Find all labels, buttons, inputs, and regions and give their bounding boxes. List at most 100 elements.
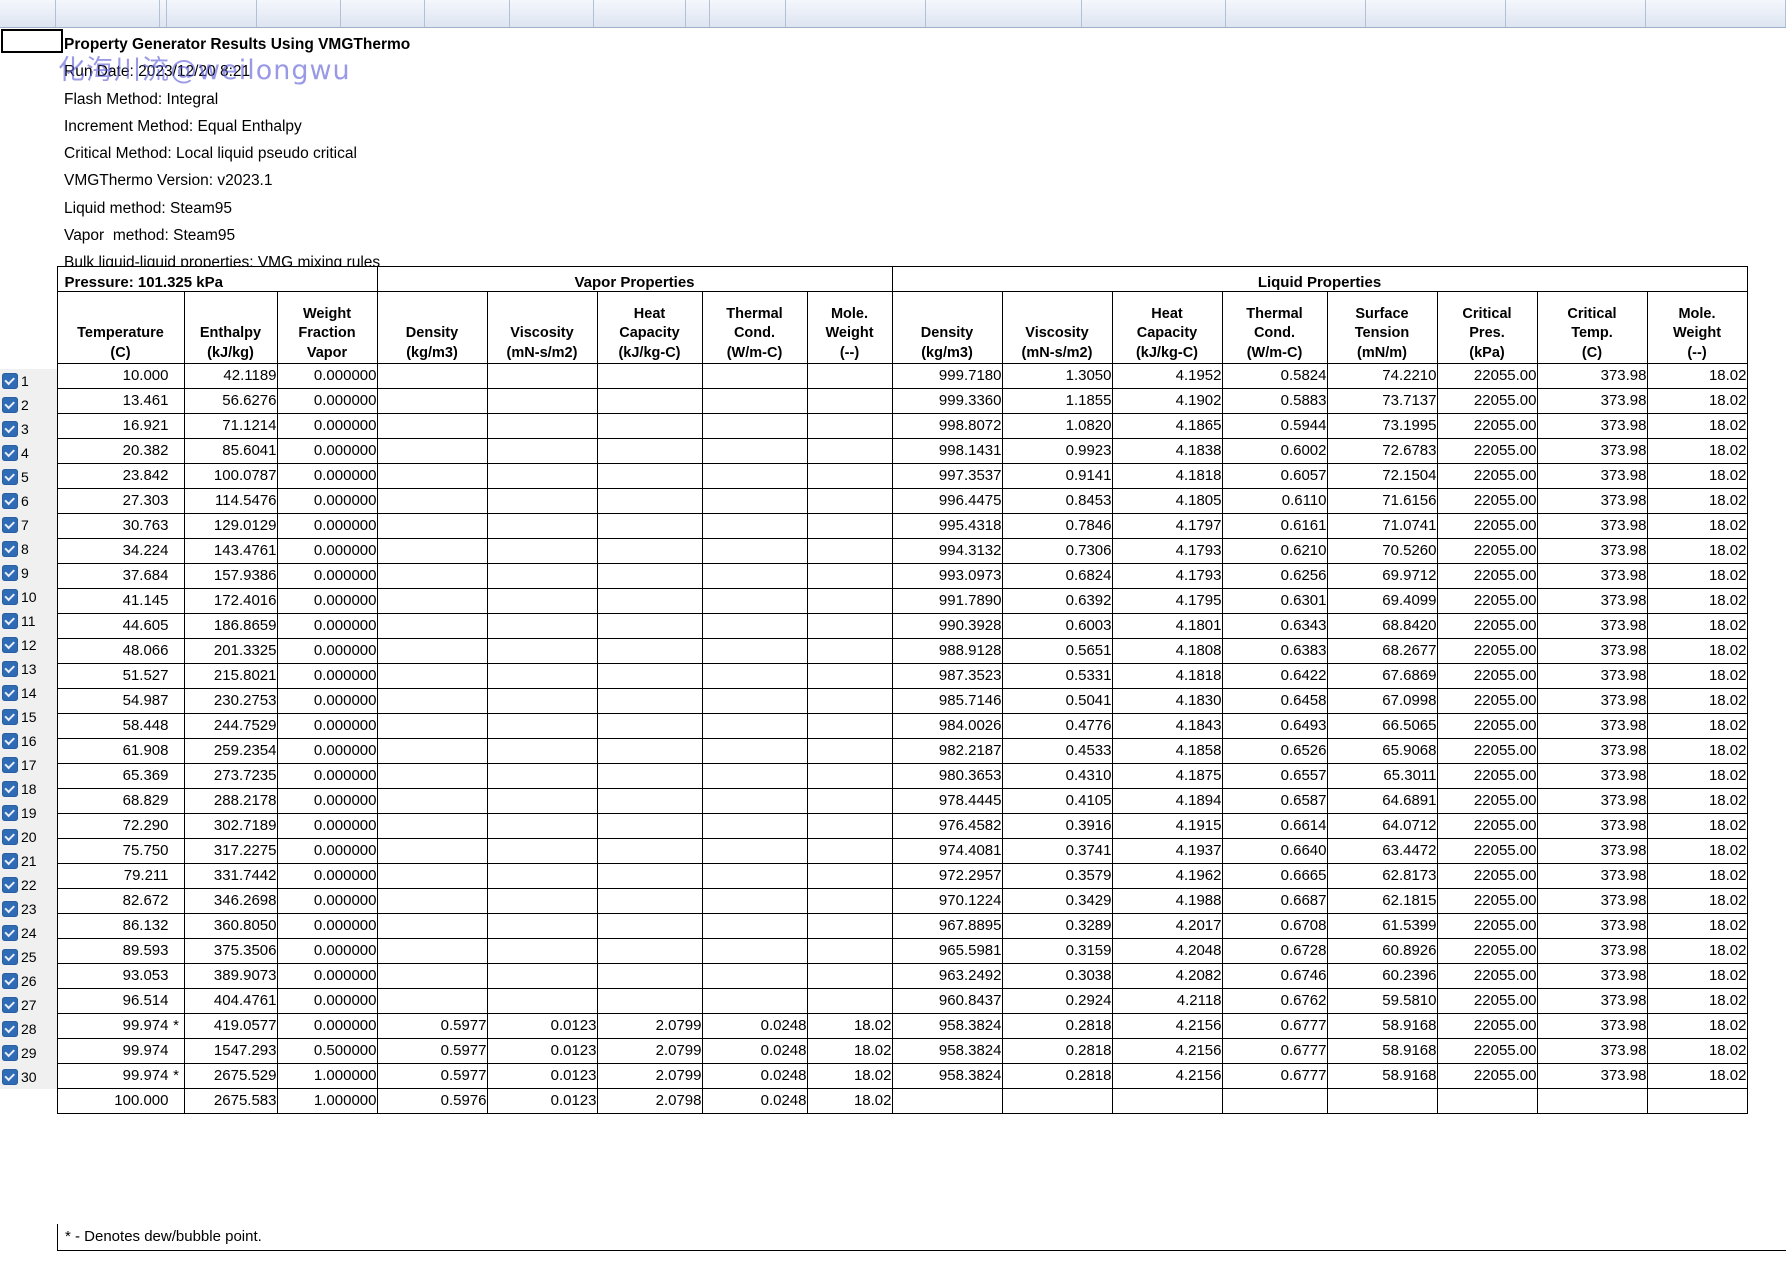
- cell-vhc[interactable]: [596, 688, 703, 714]
- cell-vdens[interactable]: [376, 988, 488, 1014]
- cell-vtc[interactable]: [701, 938, 808, 964]
- cell-lvisc[interactable]: 0.2818: [1001, 1013, 1113, 1039]
- cell-vdens[interactable]: [376, 588, 488, 614]
- cell-wfv[interactable]: 0.000000: [276, 538, 378, 564]
- cell-ldens[interactable]: 958.3824: [891, 1063, 1003, 1089]
- cell-vtc[interactable]: [701, 913, 808, 939]
- table-row[interactable]: 89.593 375.3506 0.000000 965.5981 0.3159 4.20…: [0, 938, 1748, 964]
- cell-vdens[interactable]: [376, 638, 488, 664]
- row-selector[interactable]: 23: [0, 897, 57, 921]
- row-selector[interactable]: 25: [0, 945, 57, 969]
- cell-lcp[interactable]: 22055.00: [1436, 1063, 1538, 1089]
- cell-ltc[interactable]: 0.6256: [1221, 563, 1328, 589]
- cell-vmw[interactable]: [806, 763, 893, 789]
- cell-vdens[interactable]: [376, 438, 488, 464]
- cell-lvisc[interactable]: 0.3741: [1001, 838, 1113, 864]
- cell-vhc[interactable]: [596, 963, 703, 989]
- row-checkbox-icon[interactable]: [2, 613, 18, 629]
- table-row[interactable]: 51.527 215.8021 0.000000 987.3523 0.5331 4.18…: [0, 663, 1748, 689]
- cell-lcp[interactable]: 22055.00: [1436, 888, 1538, 914]
- cell-lst[interactable]: 64.0712: [1326, 813, 1438, 839]
- cell-lmw[interactable]: 18.02: [1646, 688, 1748, 714]
- cell-vhc[interactable]: [596, 363, 703, 389]
- cell-temp[interactable]: 51.527: [56, 663, 185, 689]
- cell-vvisc[interactable]: [486, 563, 598, 589]
- cell-ltc[interactable]: 0.6746: [1221, 963, 1328, 989]
- cell-ltc[interactable]: 0.6708: [1221, 913, 1328, 939]
- cell-lvisc[interactable]: 0.5651: [1001, 638, 1113, 664]
- spreadsheet-col-header-2[interactable]: [160, 0, 167, 27]
- cell-lmw[interactable]: 18.02: [1646, 463, 1748, 489]
- table-row[interactable]: 23.842 100.0787 0.000000 997.3537 0.9141 4.18…: [0, 463, 1748, 489]
- cell-wfv[interactable]: 0.000000: [276, 363, 378, 389]
- cell-enth[interactable]: 331.7442: [183, 863, 278, 889]
- table-row[interactable]: 37.684 157.9386 0.000000 993.0973 0.6824 4.17…: [0, 563, 1748, 589]
- cell-lcp[interactable]: 22055.00: [1436, 538, 1538, 564]
- cell-lst[interactable]: 62.8173: [1326, 863, 1438, 889]
- cell-enth[interactable]: 317.2275: [183, 838, 278, 864]
- cell-lvisc[interactable]: 0.4533: [1001, 738, 1113, 764]
- table-row[interactable]: 75.750 317.2275 0.000000 974.4081 0.3741 4.19…: [0, 838, 1748, 864]
- cell-lhc[interactable]: 4.1952: [1111, 363, 1223, 389]
- cell-vmw[interactable]: [806, 813, 893, 839]
- cell-ldens[interactable]: 978.4445: [891, 788, 1003, 814]
- row-selector[interactable]: 22: [0, 873, 57, 897]
- cell-vvisc[interactable]: [486, 413, 598, 439]
- cell-vmw[interactable]: [806, 788, 893, 814]
- cell-temp[interactable]: 72.290: [56, 813, 185, 839]
- cell-lvisc[interactable]: 0.6392: [1001, 588, 1113, 614]
- cell-vtc[interactable]: [701, 863, 808, 889]
- cell-lst[interactable]: 58.9168: [1326, 1038, 1438, 1064]
- cell-enth[interactable]: 172.4016: [183, 588, 278, 614]
- cell-ltc[interactable]: 0.6301: [1221, 588, 1328, 614]
- cell-vhc[interactable]: [596, 638, 703, 664]
- cell-temp[interactable]: 16.921: [56, 413, 185, 439]
- cell-ltc[interactable]: 0.5883: [1221, 388, 1328, 414]
- cell-ldens[interactable]: 990.3928: [891, 613, 1003, 639]
- cell-vdens[interactable]: [376, 413, 488, 439]
- cell-lcp[interactable]: 22055.00: [1436, 438, 1538, 464]
- cell-vtc[interactable]: [701, 363, 808, 389]
- cell-temp[interactable]: 41.145: [56, 588, 185, 614]
- cell-lvisc[interactable]: 0.3159: [1001, 938, 1113, 964]
- cell-ldens[interactable]: 985.7146: [891, 688, 1003, 714]
- cell-vvisc[interactable]: [486, 888, 598, 914]
- cell-vhc[interactable]: [596, 538, 703, 564]
- cell-enth[interactable]: 259.2354: [183, 738, 278, 764]
- cell-lhc[interactable]: 4.1793: [1111, 563, 1223, 589]
- cell-ltc[interactable]: 0.6614: [1221, 813, 1328, 839]
- cell-wfv[interactable]: 0.000000: [276, 438, 378, 464]
- cell-vtc[interactable]: [701, 588, 808, 614]
- cell-ltc[interactable]: 0.6343: [1221, 613, 1328, 639]
- spreadsheet-col-header-15[interactable]: [1366, 0, 1507, 27]
- cell-ltc[interactable]: 0.6458: [1221, 688, 1328, 714]
- spreadsheet-col-header-11[interactable]: [785, 0, 926, 27]
- cell-vmw[interactable]: [806, 588, 893, 614]
- cell-lst[interactable]: 67.6869: [1326, 663, 1438, 689]
- cell-lct[interactable]: 373.98: [1536, 838, 1648, 864]
- cell-ltc[interactable]: 0.6777: [1221, 1038, 1328, 1064]
- cell-vvisc[interactable]: [486, 838, 598, 864]
- cell-lcp[interactable]: 22055.00: [1436, 513, 1538, 539]
- cell-ltc[interactable]: 0.6493: [1221, 713, 1328, 739]
- cell-vhc[interactable]: 2.0799: [596, 1038, 703, 1064]
- cell-ltc[interactable]: 0.6728: [1221, 938, 1328, 964]
- table-row[interactable]: 82.672 346.2698 0.000000 970.1224 0.3429 4.19…: [0, 888, 1748, 914]
- cell-vvisc[interactable]: [486, 713, 598, 739]
- cell-ldens[interactable]: 960.8437: [891, 988, 1003, 1014]
- cell-ldens[interactable]: 970.1224: [891, 888, 1003, 914]
- cell-temp[interactable]: 89.593: [56, 938, 185, 964]
- cell-vhc[interactable]: [596, 413, 703, 439]
- cell-lct[interactable]: 373.98: [1536, 713, 1648, 739]
- cell-wfv[interactable]: 0.000000: [276, 938, 378, 964]
- cell-lct[interactable]: 373.98: [1536, 613, 1648, 639]
- cell-vhc[interactable]: [596, 438, 703, 464]
- cell-ltc[interactable]: 0.6110: [1221, 488, 1328, 514]
- cell-lmw[interactable]: 18.02: [1646, 613, 1748, 639]
- cell-lhc[interactable]: 4.2156: [1111, 1063, 1223, 1089]
- table-row[interactable]: 86.132 360.8050 0.000000 967.8895 0.3289 4.20…: [0, 913, 1748, 939]
- cell-vtc[interactable]: [701, 538, 808, 564]
- cell-enth[interactable]: 419.0577: [183, 1013, 278, 1039]
- cell-temp[interactable]: 99.974 *: [56, 1063, 185, 1089]
- cell-ltc[interactable]: 0.6161: [1221, 513, 1328, 539]
